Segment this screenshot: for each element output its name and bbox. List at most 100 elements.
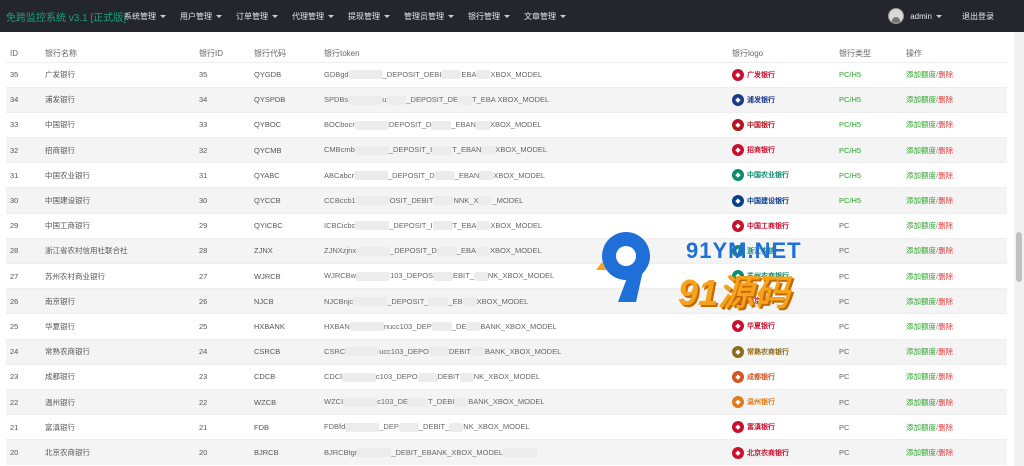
cell-bank-name: 中国农业银行 (41, 162, 195, 188)
add-quota-link[interactable]: 添加额度 (906, 272, 936, 281)
cell-bank-name: 温州银行 (41, 388, 195, 415)
table-row: 35 广发银行 35 QYGDB GDBgd _DEPOSIT_DEBI EBA XBOX_M… (6, 61, 1007, 88)
cell-bank-type: PC (835, 414, 902, 440)
add-quota-link[interactable]: 添加额度 (906, 146, 936, 155)
bank-logo: ◆ 温州银行 (732, 395, 835, 409)
add-quota-link[interactable]: 添加额度 (906, 221, 936, 230)
header-bank-name: 银行名称 (45, 49, 77, 59)
cell-bank-type: PC/H5 (835, 111, 902, 138)
delete-link[interactable]: 删除 (938, 196, 953, 205)
token-part: T_EBAN (452, 145, 482, 155)
token-part: c103_DE (377, 397, 409, 407)
token-part: _DEBIT_EBANK_XBOX_MODEL (391, 447, 504, 457)
cell-bank-id: 25 (195, 313, 250, 340)
token-redaction (432, 145, 453, 155)
scroll-thumb[interactable] (1016, 232, 1022, 282)
add-quota-link[interactable]: 添加额度 (906, 297, 936, 306)
delete-link[interactable]: 删除 (938, 246, 953, 255)
cell-bank-logo: ◆ 华夏银行 (728, 313, 835, 340)
user-name: admin (910, 11, 932, 21)
delete-link[interactable]: 删除 (938, 95, 953, 104)
add-quota-link[interactable]: 添加额度 (906, 246, 936, 255)
delete-link[interactable]: 删除 (938, 448, 953, 457)
add-quota-link[interactable]: 添加额度 (906, 423, 936, 432)
table-row: 22 温州银行 22 WZCB WZCI c103_DE T_DEBI BANK_XBOX_M… (6, 388, 1007, 415)
bank-logo-text: 常熟农商银行 (747, 348, 789, 356)
cell-bank-id: 24 (195, 338, 250, 365)
delete-link[interactable]: 删除 (938, 272, 953, 281)
header-bank-id: 银行ID (199, 49, 223, 59)
cell-bank-token: FDBfd _DEP _DEBIT_ NK_XBOX_MODEL (320, 414, 728, 440)
nav-item-7[interactable]: 文章管理 (524, 11, 566, 22)
cell-bank-code: QYBOC (250, 111, 320, 138)
add-quota-link[interactable]: 添加额度 (906, 120, 936, 129)
cell-id: 30 (6, 187, 41, 214)
bank-logo-icon: ◆ (732, 144, 744, 157)
cell-actions: 添加额度/删除 (902, 86, 1007, 113)
token-redaction (355, 221, 390, 231)
delete-link[interactable]: 删除 (938, 372, 953, 381)
delete-link[interactable]: 删除 (938, 70, 953, 79)
delete-link[interactable]: 删除 (938, 146, 953, 155)
nav-item-4[interactable]: 提现管理 (348, 11, 390, 22)
token-redaction (353, 297, 388, 307)
nav-item-6[interactable]: 银行管理 (468, 11, 510, 22)
delete-link[interactable]: 删除 (938, 423, 953, 432)
cell-bank-id: 22 (195, 388, 250, 415)
token-redaction (454, 397, 469, 407)
bank-logo-icon: ◆ (732, 118, 744, 131)
avatar[interactable] (888, 8, 905, 24)
page-scrollbar[interactable] (1014, 32, 1024, 466)
nav-item-3[interactable]: 代理管理 (292, 11, 334, 22)
token-redaction (523, 448, 538, 458)
cell-bank-logo: ◆ 中国农业银行 (728, 162, 835, 188)
user-menu[interactable]: admin (910, 12, 942, 21)
table-row: 29 中国工商银行 29 QYICBC ICBCicbc _DEPOSIT_I T_EBA X… (6, 212, 1007, 239)
add-quota-link[interactable]: 添加额度 (906, 347, 936, 356)
add-quota-link[interactable]: 添加额度 (906, 322, 936, 331)
token-part: BJRCBtgr (324, 447, 358, 457)
nav-item-2[interactable]: 订单管理 (236, 11, 278, 22)
token-part: T_DEBI (428, 397, 455, 407)
add-quota-link[interactable]: 添加额度 (906, 448, 936, 457)
delete-link[interactable]: 删除 (938, 171, 953, 180)
nav-item-5[interactable]: 管理员管理 (404, 11, 454, 22)
nav-item-0[interactable]: 系统管理 (124, 11, 166, 22)
delete-link[interactable]: 删除 (938, 347, 953, 356)
token-redaction (417, 372, 438, 382)
chevron-down-icon (328, 14, 334, 18)
add-quota-link[interactable]: 添加额度 (906, 70, 936, 79)
cell-actions: 添加额度/删除 (902, 111, 1007, 138)
cell-bank-code: QYABC (250, 162, 320, 188)
delete-link[interactable]: 删除 (938, 322, 953, 331)
token-part: BOCbocr (324, 120, 355, 130)
cell-bank-code: BJRCB (250, 439, 320, 465)
add-quota-link[interactable]: 添加额度 (906, 372, 936, 381)
token-redaction (345, 422, 380, 432)
delete-link[interactable]: 删除 (938, 398, 953, 407)
token-redaction (476, 70, 491, 80)
token-redaction (354, 171, 389, 181)
cell-actions: 添加额度/删除 (902, 262, 1007, 289)
token-redaction (449, 422, 464, 432)
delete-link[interactable]: 删除 (938, 297, 953, 306)
add-quota-link[interactable]: 添加额度 (906, 398, 936, 407)
add-quota-link[interactable]: 添加额度 (906, 196, 936, 205)
delete-link[interactable]: 删除 (938, 120, 953, 129)
cell-bank-code: QYGDB (250, 61, 320, 88)
nav-item-1[interactable]: 用户管理 (180, 11, 222, 22)
token-redaction (355, 196, 390, 206)
token-part: 103_DEPOS (390, 271, 434, 281)
cell-actions: 添加额度/删除 (902, 388, 1007, 415)
token-redaction (433, 271, 454, 281)
logout-link[interactable]: 退出登录 (962, 11, 994, 22)
add-quota-link[interactable]: 添加额度 (906, 95, 936, 104)
cell-bank-name: 南京银行 (41, 288, 195, 314)
cell-id: 35 (6, 61, 41, 88)
add-quota-link[interactable]: 添加额度 (906, 171, 936, 180)
delete-link[interactable]: 删除 (938, 221, 953, 230)
cell-bank-code: QYICBC (250, 212, 320, 239)
token-redaction (436, 246, 457, 256)
app-brand[interactable]: 免跨监控系统 v3.1 [正式版] (0, 9, 126, 24)
cell-bank-id: 31 (195, 162, 250, 188)
